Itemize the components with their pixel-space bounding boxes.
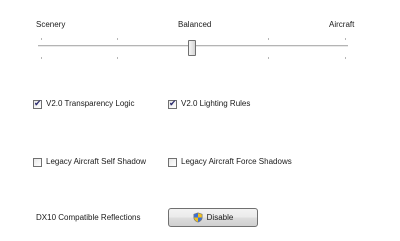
slider-max-label: Aircraft [329,20,355,29]
slider-center-label: Balanced [178,20,212,29]
v2-lighting-label: V2.0 Lighting Rules [181,99,251,108]
slider-thumb[interactable] [188,40,196,56]
checkbox-box[interactable]: ✔ [33,98,42,109]
v2-transparency-checkbox[interactable]: ✔ V2.0 Transparency Logic [33,99,135,109]
checkbox-box[interactable]: ✔ [168,98,177,109]
checkmark-icon: ✔ [169,98,177,109]
checkmark-icon: ✔ [34,98,42,109]
v2-transparency-label: V2.0 Transparency Logic [46,99,135,108]
disable-dx10-button[interactable]: Disable [168,208,258,227]
uac-shield-icon [193,212,203,223]
checkbox-box[interactable] [168,157,177,167]
legacy-self-shadow-checkbox[interactable]: Legacy Aircraft Self Shadow [33,157,146,167]
slider-tick-top [117,38,118,40]
checkbox-box[interactable] [33,157,42,167]
slider-tick-top [268,38,269,40]
slider-tick-top [345,38,346,40]
slider-tick-top [41,38,42,40]
legacy-force-shadows-checkbox[interactable]: Legacy Aircraft Force Shadows [168,157,292,167]
slider-tick-bottom [268,57,269,59]
dx10-reflections-label: DX10 Compatible Reflections [36,213,141,222]
legacy-force-shadows-label: Legacy Aircraft Force Shadows [181,157,292,166]
slider-tick-bottom [117,57,118,59]
disable-button-label: Disable [206,212,234,222]
slider-tick-bottom [41,57,42,59]
slider-min-label: Scenery [36,20,66,29]
v2-lighting-checkbox[interactable]: ✔ V2.0 Lighting Rules [168,99,250,109]
slider-tick-bottom [345,57,346,59]
legacy-self-shadow-label: Legacy Aircraft Self Shadow [46,157,147,166]
